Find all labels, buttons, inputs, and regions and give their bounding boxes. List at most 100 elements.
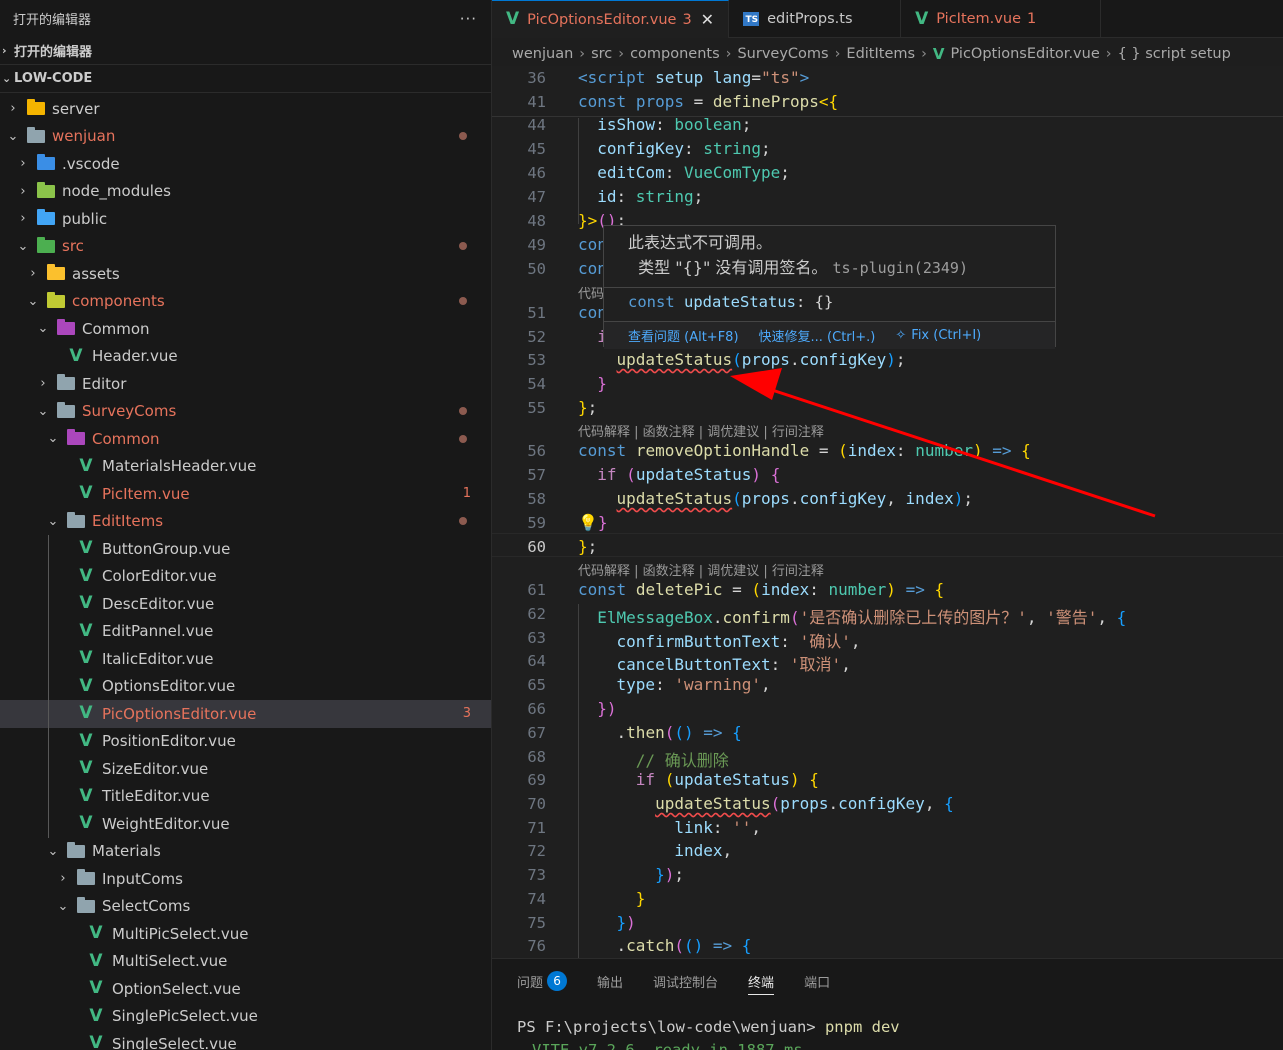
vue-file-icon: V — [89, 1033, 103, 1050]
vue-file-icon: V — [79, 675, 93, 696]
breadcrumb-item[interactable]: EditItems — [846, 46, 915, 62]
tab-label: 输出 — [597, 975, 624, 991]
line-number: 65 — [527, 676, 546, 694]
tree-file-item[interactable]: ›VSizeEditor.vue — [0, 755, 491, 783]
red-arrow-annotation — [730, 368, 1156, 518]
breadcrumb-item[interactable]: src — [591, 46, 612, 62]
line-number: 68 — [527, 748, 546, 766]
close-icon[interactable]: ✕ — [701, 10, 714, 29]
terminal-line[interactable]: PS F:\projects\low-code\wenjuan> pnpm de… — [492, 1003, 1283, 1036]
tab-ports[interactable]: 端口 — [804, 959, 830, 1003]
breadcrumb-item[interactable]: wenjuan — [512, 46, 573, 62]
tab-terminal[interactable]: 终端 — [748, 959, 775, 1003]
code-line: ElMessageBox.confirm('是否确认删除已上传的图片？', '警… — [597, 608, 1127, 627]
code-line: }); — [655, 865, 684, 884]
breadcrumb-item[interactable]: PicOptionsEditor.vue — [950, 46, 1099, 62]
folder-src-icon — [36, 236, 56, 255]
tree-folder-item[interactable]: › node_modules — [0, 178, 491, 206]
vue-file-icon: V — [79, 593, 93, 614]
tree-item-label: OptionsEditor.vue — [102, 677, 236, 696]
line-number: 71 — [527, 819, 546, 837]
breadcrumb-item[interactable]: components — [630, 46, 720, 62]
open-editors-section[interactable]: › 打开的编辑器 — [0, 37, 491, 65]
tree-file-item[interactable]: ›VEditPannel.vue — [0, 618, 491, 646]
tree-folder-item[interactable]: › server — [0, 95, 491, 123]
line-number: 72 — [527, 842, 546, 860]
tree-item-label: PicItem.vue — [102, 484, 190, 503]
tab-problem-badge: 1 — [1026, 11, 1037, 27]
tree-file-item[interactable]: ›VColorEditor.vue — [0, 563, 491, 591]
tree-item-label: Common — [82, 319, 150, 338]
project-section[interactable]: ⌄ LOW-CODE — [0, 65, 491, 93]
tree-file-item[interactable]: ›VDescEditor.vue — [0, 590, 491, 618]
chevron-right-icon: › — [40, 376, 46, 392]
tree-file-item[interactable]: ›VSingleSelect.vue — [0, 1030, 491, 1050]
tree-file-item[interactable]: ›VItalicEditor.vue — [0, 645, 491, 673]
tab-debug-console[interactable]: 调试控制台 — [653, 959, 718, 1003]
tree-folder-item[interactable]: ⌄ wenjuan — [0, 123, 491, 151]
tree-folder-item[interactable]: ⌄ SurveyComs — [0, 398, 491, 426]
tree-file-item[interactable]: ›VPicItem.vue1 — [0, 480, 491, 508]
folder-common-icon — [66, 429, 86, 448]
tab-pic-item[interactable]: V PicItem.vue 1 — [901, 0, 1102, 38]
code-lens[interactable]: 代码解释 | 函数注释 | 调优建议 | 行间注释 — [578, 560, 824, 579]
tree-file-item[interactable]: ›VWeightEditor.vue — [0, 810, 491, 838]
chevron-down-icon: ⌄ — [27, 293, 39, 309]
fix-link[interactable]: Fix (Ctrl+I) — [911, 328, 981, 343]
tree-item-label: SelectComs — [102, 897, 191, 916]
breadcrumb-item[interactable]: { } script setup — [1118, 46, 1231, 62]
tree-folder-item[interactable]: ⌄ EditItems — [0, 508, 491, 536]
tab-problems[interactable]: 问题 6 — [517, 959, 568, 1003]
tree-file-item[interactable]: ›VOptionsEditor.vue — [0, 673, 491, 701]
tab-pic-options-editor[interactable]: V PicOptionsEditor.vue 3 ✕ — [492, 0, 730, 38]
tree-folder-item[interactable]: › InputComs — [0, 865, 491, 893]
tree-folder-item[interactable]: › assets — [0, 260, 491, 288]
tree-file-item[interactable]: ›VTitleEditor.vue — [0, 783, 491, 811]
tree-file-item[interactable]: ›VOptionSelect.vue — [0, 975, 491, 1003]
tab-edit-props[interactable]: TS editProps.ts — [729, 0, 902, 38]
tab-problem-badge: 3 — [682, 11, 692, 28]
folder-open-icon — [66, 841, 86, 860]
tree-file-item[interactable]: ›VMultiPicSelect.vue — [0, 920, 491, 948]
tree-file-item[interactable]: ›VMultiSelect.vue — [0, 948, 491, 976]
code-line: }; — [578, 398, 598, 417]
quick-fix-link[interactable]: 快速修复... (Ctrl+.) — [759, 326, 876, 345]
chevron-down-icon: ⌄ — [17, 238, 29, 254]
tree-file-item[interactable]: ›VHeader.vue — [0, 343, 491, 371]
vue-file-icon: V — [89, 1005, 103, 1026]
vue-file-icon: V — [89, 978, 103, 999]
view-problem-link[interactable]: 查看问题 (Alt+F8) — [628, 326, 739, 345]
tree-folder-item[interactable]: ⌄ components — [0, 288, 491, 316]
tree-folder-item[interactable]: › .vscode — [0, 150, 491, 178]
tab-label: 问题 — [517, 975, 544, 991]
tree-folder-item[interactable]: ⌄ Common — [0, 425, 491, 453]
code-line: .catch(() => { — [578, 936, 752, 955]
lightbulb-icon[interactable]: 💡 — [578, 513, 598, 532]
problem-count-badge: 1 — [462, 486, 471, 502]
line-number: 56 — [527, 442, 546, 460]
tree-folder-item[interactable]: ⌄ Materials — [0, 838, 491, 866]
breadcrumb-item[interactable]: SurveyComs — [737, 46, 828, 62]
tree-folder-item[interactable]: ⌄ SelectComs — [0, 893, 491, 921]
tree-item-label: assets — [72, 264, 120, 283]
tree-item-label: Editor — [82, 374, 127, 393]
tree-file-item[interactable]: ›VPicOptionsEditor.vue3 — [0, 700, 491, 728]
line-number: 61 — [527, 581, 546, 599]
code-line: } — [635, 889, 646, 908]
tree-file-item[interactable]: ›VPositionEditor.vue — [0, 728, 491, 756]
tree-file-item[interactable]: ›VMaterialsHeader.vue — [0, 453, 491, 481]
more-actions-icon[interactable]: ··· — [460, 10, 477, 28]
modified-dot-icon — [459, 132, 467, 141]
tree-item-label: EditPannel.vue — [102, 622, 214, 641]
tree-folder-item[interactable]: ⌄ Common — [0, 315, 491, 343]
tree-folder-item[interactable]: ⌄ src — [0, 233, 491, 261]
vue-file-icon: V — [79, 648, 93, 669]
hover-actions: 查看问题 (Alt+F8) 快速修复... (Ctrl+.) ✧ Fix (Ctr… — [604, 321, 1055, 349]
tab-output[interactable]: 输出 — [597, 959, 623, 1003]
tree-folder-item[interactable]: › public — [0, 205, 491, 233]
tree-file-item[interactable]: ›VButtonGroup.vue — [0, 535, 491, 563]
tree-file-item[interactable]: ›VSinglePicSelect.vue — [0, 1003, 491, 1031]
tree-folder-item[interactable]: › Editor — [0, 370, 491, 398]
tree-item-label: Materials — [92, 842, 161, 861]
modified-dot-icon — [459, 242, 467, 251]
